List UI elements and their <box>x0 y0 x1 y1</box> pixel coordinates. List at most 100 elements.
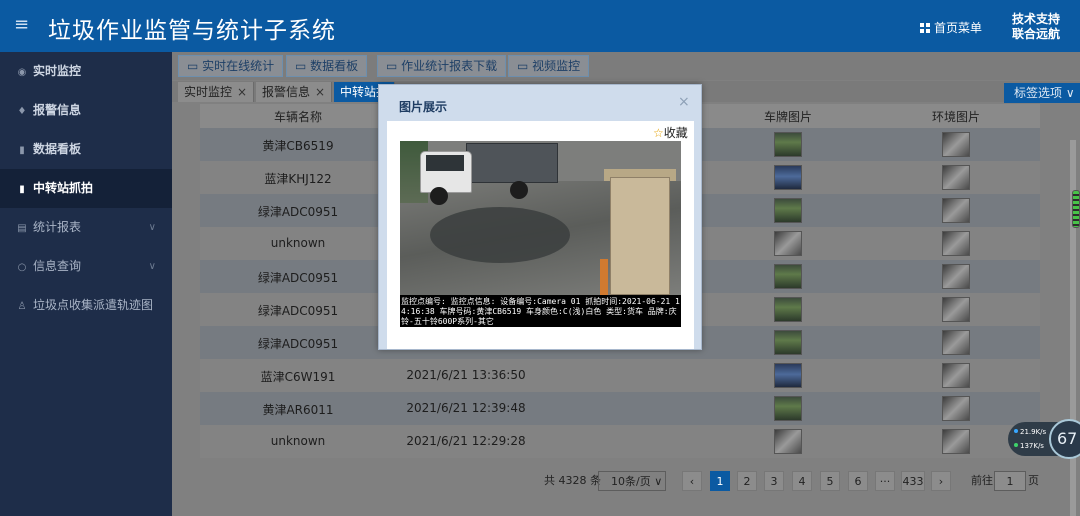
level-indicator <box>1072 190 1080 228</box>
support-line2: 联合远航 <box>1012 27 1061 41</box>
tab-label: 实时监控 <box>184 85 233 99</box>
sidebar-item-label: 数据看板 <box>33 142 82 156</box>
environment-image[interactable] <box>942 132 970 157</box>
online-stats-button[interactable]: ▭ 实时在线统计 <box>178 55 284 77</box>
plate-image[interactable] <box>774 396 802 421</box>
sidebar: ◉ 实时监控 ♦ 报警信息 ▮ 数据看板 ▮ 中转站抓拍 ▤ 统计报表 ∨ ○ 信息查询 ∨ ♙… <box>0 52 172 516</box>
goto-page-input[interactable]: 1 <box>994 471 1026 491</box>
sidebar-item-stat-report[interactable]: ▤ 统计报表 ∨ <box>0 208 172 247</box>
column-header: 车牌图片 <box>763 110 812 124</box>
page-button[interactable]: 6 <box>848 471 868 491</box>
vehicle-name: 绿津ADC0951 <box>257 271 339 285</box>
plate-image[interactable] <box>774 198 802 223</box>
next-page-button[interactable]: › <box>931 471 951 491</box>
upload-speed: 21.9K/s <box>1014 428 1046 436</box>
page-button[interactable]: 1 <box>710 471 730 491</box>
page-button[interactable]: 2 <box>737 471 757 491</box>
vehicle-name: 蓝津C6W191 <box>260 370 336 384</box>
photo-caption: 监控点编号: 监控点信息: 设备编号:Camera 01 抓拍时间:2021-0… <box>400 295 681 327</box>
upload-dot-icon <box>1014 429 1018 433</box>
plate-image[interactable] <box>774 363 802 388</box>
environment-image[interactable] <box>942 396 970 421</box>
document-icon: ▤ <box>17 223 27 234</box>
vehicle-name: 绿津ADC0951 <box>257 337 339 351</box>
truck-bed <box>466 143 558 183</box>
close-icon[interactable]: × <box>237 85 247 99</box>
sidebar-item-label: 中转站抓拍 <box>33 181 94 195</box>
table-row[interactable]: 蓝津C6W191 2021/6/21 13:36:50 <box>200 359 1040 392</box>
environment-image[interactable] <box>942 297 970 322</box>
report-download-button[interactable]: ▭ 作业统计报表下载 <box>377 55 507 77</box>
environment-image[interactable] <box>942 264 970 289</box>
close-icon[interactable]: × <box>678 94 690 110</box>
page-size-select[interactable]: 10条/页 ∨ <box>598 471 666 491</box>
grid-icon <box>920 23 930 33</box>
photo-puddle <box>430 207 570 263</box>
plate-image[interactable] <box>774 165 802 190</box>
environment-image[interactable] <box>942 363 970 388</box>
app-header: ≡ 垃圾作业监管与统计子系统 首页菜单 技术支持 联合远航 <box>0 0 1080 52</box>
sidebar-item-data-board[interactable]: ▮ 数据看板 <box>0 130 172 169</box>
plate-image[interactable] <box>774 231 802 256</box>
page-button[interactable]: 3 <box>764 471 784 491</box>
capture-time: 2021/6/21 12:29:28 <box>406 434 526 448</box>
capture-photo[interactable]: 监控点编号: 监控点信息: 设备编号:Camera 01 抓拍时间:2021-0… <box>400 141 681 327</box>
tab-realtime-monitor[interactable]: 实时监控 × <box>178 82 255 102</box>
video-monitor-button[interactable]: ▭ 视频监控 <box>508 55 590 77</box>
page-unit-label: 页 <box>1028 474 1039 487</box>
home-menu-button[interactable]: 首页菜单 <box>920 19 982 36</box>
truck-window <box>426 155 464 171</box>
chevron-down-icon: ∨ <box>148 222 156 233</box>
truck-wheel <box>430 187 448 205</box>
environment-image[interactable] <box>942 330 970 355</box>
plate-image[interactable] <box>774 429 802 454</box>
environment-image[interactable] <box>942 429 970 454</box>
chevron-down-icon: ∨ <box>148 261 156 272</box>
sidebar-item-transfer-capture[interactable]: ▮ 中转站抓拍 <box>0 169 172 208</box>
vehicle-name: unknown <box>270 236 326 250</box>
gate-pillar <box>610 177 670 295</box>
environment-image[interactable] <box>942 165 970 190</box>
table-row[interactable]: unknown 2021/6/21 12:29:28 <box>200 425 1040 458</box>
page-button[interactable]: 4 <box>792 471 812 491</box>
page-button[interactable]: 5 <box>820 471 840 491</box>
capture-time: 2021/6/21 12:39:48 <box>406 401 526 415</box>
favorite-label: 收藏 <box>663 126 688 140</box>
vehicle-name: 黄津AR6011 <box>262 403 334 417</box>
tab-alarm-info[interactable]: 报警信息 × <box>256 82 333 102</box>
plate-image[interactable] <box>774 132 802 157</box>
sidebar-item-label: 信息查询 <box>33 259 82 273</box>
close-icon[interactable]: × <box>315 85 325 99</box>
sidebar-item-realtime-monitor[interactable]: ◉ 实时监控 <box>0 52 172 91</box>
prev-page-button[interactable]: ‹ <box>682 471 702 491</box>
sidebar-item-info-query[interactable]: ○ 信息查询 ∨ <box>0 247 172 286</box>
chevron-down-icon: ∨ <box>654 475 663 488</box>
tech-support: 技术支持 联合远航 <box>1012 12 1060 42</box>
dialog-title: 图片展示 <box>399 100 448 114</box>
plate-image[interactable] <box>774 264 802 289</box>
table-row[interactable]: 黄津AR6011 2021/6/21 12:39:48 <box>200 392 1040 425</box>
dialog-body: ☆收藏 监控点编号: 监控点信息: 设备编号:Camera 01 抓拍时间:20… <box>387 121 694 349</box>
home-menu-label: 首页菜单 <box>934 21 983 35</box>
bar-chart-icon: ▮ <box>19 184 25 195</box>
download-speed-value: 137K/s <box>1020 442 1044 450</box>
plate-image[interactable] <box>774 297 802 322</box>
environment-image[interactable] <box>942 231 970 256</box>
tag-options-dropdown[interactable]: 标签选项 ∨ <box>1004 83 1080 103</box>
upload-speed-value: 21.9K/s <box>1020 428 1047 436</box>
gate-barrier <box>600 259 608 297</box>
support-line1: 技术支持 <box>1012 12 1061 26</box>
toolbar-label: 视频监控 <box>532 59 581 73</box>
sidebar-item-trajectory[interactable]: ♙ 垃圾点收集派遣轨迹图 <box>0 286 172 325</box>
hamburger-icon[interactable]: ≡ <box>14 14 29 35</box>
vehicle-name: unknown <box>270 434 326 448</box>
plate-image[interactable] <box>774 330 802 355</box>
favorite-button[interactable]: ☆收藏 <box>653 124 688 141</box>
user-icon: ♙ <box>17 301 27 312</box>
data-board-button[interactable]: ▭ 数据看板 <box>286 55 368 77</box>
environment-image[interactable] <box>942 198 970 223</box>
page-button[interactable]: 433 <box>901 471 925 491</box>
vehicle-name: 黄津CB6519 <box>262 139 334 153</box>
more-pages-button[interactable]: ··· <box>875 471 895 491</box>
sidebar-item-alarm-info[interactable]: ♦ 报警信息 <box>0 91 172 130</box>
